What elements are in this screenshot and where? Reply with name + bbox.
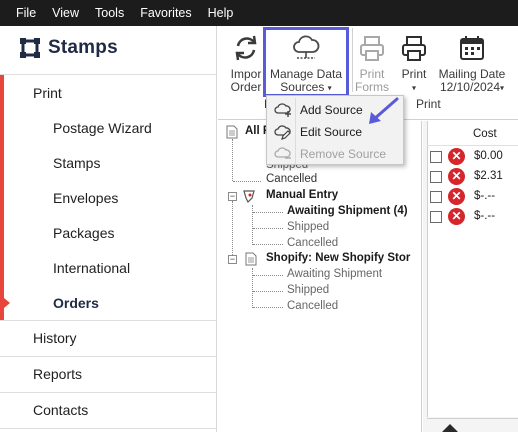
menu-view[interactable]: View xyxy=(44,0,87,26)
ribbon-group-label-print: Print xyxy=(416,97,441,111)
delete-icon[interactable]: ✕ xyxy=(448,148,465,165)
row-checkbox[interactable] xyxy=(430,151,442,163)
tree-node-shopify[interactable]: Shopify: New Shopify Stor xyxy=(266,252,410,264)
divider xyxy=(0,428,216,429)
column-header-cost[interactable]: Cost xyxy=(473,128,497,140)
annotation-arrow-icon xyxy=(369,97,399,124)
delete-icon[interactable]: ✕ xyxy=(448,208,465,225)
menu-item-label: Remove Source xyxy=(300,147,387,161)
tree-collapse-toggle[interactable]: − xyxy=(228,192,237,201)
sidebar-item-print[interactable]: Print xyxy=(0,75,216,111)
app-name: Stamps xyxy=(48,37,118,58)
menu-bar: File View Tools Favorites Help xyxy=(0,0,518,26)
tree-node-manual-entry[interactable]: Manual Entry xyxy=(266,189,338,201)
cloud-add-icon xyxy=(274,103,291,117)
table-row[interactable]: ✕ $-.-- xyxy=(430,208,515,226)
divider xyxy=(352,28,353,92)
sidebar-item-history[interactable]: History xyxy=(0,320,216,356)
row-checkbox[interactable] xyxy=(430,211,442,223)
tree-node-cancelled-2[interactable]: Cancelled xyxy=(287,237,338,249)
mailing-date-value: 12/10/2024 xyxy=(439,80,501,94)
grid-header-divider xyxy=(427,145,518,146)
import-orders-label-2: Order xyxy=(230,80,262,94)
table-row[interactable]: ✕ $2.31 xyxy=(430,168,515,186)
tree-line xyxy=(252,268,253,308)
tree-line xyxy=(232,139,233,181)
row-cost: $2.31 xyxy=(474,170,503,182)
chevron-down-icon: ▾ xyxy=(411,83,416,93)
tree-line xyxy=(252,205,253,245)
sidebar-item-contacts[interactable]: Contacts xyxy=(0,392,216,428)
cloud-edit-icon xyxy=(274,125,291,140)
delete-icon[interactable]: ✕ xyxy=(448,188,465,205)
tree-line xyxy=(253,307,283,308)
hand-pen-icon xyxy=(243,190,255,204)
refresh-icon xyxy=(235,35,257,61)
tree-line xyxy=(253,275,283,276)
mailing-date-button[interactable]: Mailing Date 12/10/2024▾ xyxy=(436,26,508,96)
document-icon xyxy=(226,125,238,139)
sidebar-item-packages[interactable]: Packages xyxy=(0,215,216,251)
printer-icon xyxy=(402,36,426,61)
row-cost: $-.-- xyxy=(474,190,496,202)
menu-help[interactable]: Help xyxy=(200,0,242,26)
tree-line xyxy=(253,212,283,213)
print-label: Print xyxy=(401,67,427,81)
tree-line xyxy=(233,181,261,182)
import-orders-button[interactable]: Impor Order xyxy=(226,26,266,96)
menu-favorites[interactable]: Favorites xyxy=(132,0,199,26)
tree-node-cancelled[interactable]: Cancelled xyxy=(266,173,317,185)
sidebar-item-international[interactable]: International xyxy=(0,250,216,286)
menu-item-label: Edit Source xyxy=(300,125,363,139)
table-row[interactable]: ✕ $-.-- xyxy=(430,188,515,206)
sidebar-item-orders[interactable]: Orders xyxy=(0,285,216,321)
tree-node-awaiting-shipment-4[interactable]: Awaiting Shipment (4) xyxy=(287,205,408,217)
tree-line xyxy=(253,244,283,245)
order-source-tree: All P A Shipped Cancelled − Manual Entry… xyxy=(218,121,422,432)
tree-line xyxy=(253,291,283,292)
delete-icon[interactable]: ✕ xyxy=(448,168,465,185)
app-logo: Stamps xyxy=(20,36,118,60)
row-checkbox[interactable] xyxy=(430,191,442,203)
sidebar-item-stamps[interactable]: Stamps xyxy=(0,145,216,181)
tree-node-shipped-2[interactable]: Shipped xyxy=(287,221,329,233)
row-cost: $0.00 xyxy=(474,150,503,162)
sidebar-item-envelopes[interactable]: Envelopes xyxy=(0,180,216,216)
sidebar: Stamps Print Postage Wizard Stamps Envel… xyxy=(0,26,217,432)
active-arrow-icon xyxy=(4,298,10,308)
print-forms-button[interactable]: Print Forms xyxy=(354,26,390,96)
calendar-icon xyxy=(460,36,484,60)
row-checkbox[interactable] xyxy=(430,171,442,183)
menu-item-remove-source[interactable]: Remove Source xyxy=(267,143,403,165)
menu-file[interactable]: File xyxy=(8,0,44,26)
sidebar-item-orders-label: Orders xyxy=(53,295,99,311)
menu-item-label: Add Source xyxy=(300,103,363,117)
menu-tools[interactable]: Tools xyxy=(87,0,132,26)
nav-print-group: Print Postage Wizard Stamps Envelopes Pa… xyxy=(0,75,216,320)
horizontal-scrollbar[interactable] xyxy=(427,418,518,432)
chevron-down-icon: ▾ xyxy=(500,83,505,93)
tree-line xyxy=(253,228,283,229)
mailing-date-value-row: 12/10/2024▾ xyxy=(436,81,508,94)
cloud-remove-icon xyxy=(274,147,291,159)
tree-collapse-toggle[interactable]: − xyxy=(228,255,237,264)
stamps-logo-icon xyxy=(20,38,40,58)
tree-node-shipped-3[interactable]: Shipped xyxy=(287,284,329,296)
print-dropdown[interactable]: ▾ xyxy=(394,81,434,94)
tree-line xyxy=(232,201,233,255)
highlight-frame xyxy=(263,27,349,97)
document-icon xyxy=(245,252,257,266)
sidebar-item-reports[interactable]: Reports xyxy=(0,356,216,392)
printer-icon xyxy=(360,36,384,61)
print-forms-label-2: Forms xyxy=(355,80,389,94)
print-button[interactable]: Print ▾ xyxy=(394,26,434,96)
tree-node-cancelled-3[interactable]: Cancelled xyxy=(287,300,338,312)
tree-node-awaiting-shipment[interactable]: Awaiting Shipment xyxy=(287,268,382,280)
row-cost: $-.-- xyxy=(474,210,496,222)
sidebar-item-postage-wizard[interactable]: Postage Wizard xyxy=(0,110,216,146)
table-row[interactable]: ✕ $0.00 xyxy=(430,148,515,166)
scroll-up-arrow-icon[interactable] xyxy=(442,424,458,432)
